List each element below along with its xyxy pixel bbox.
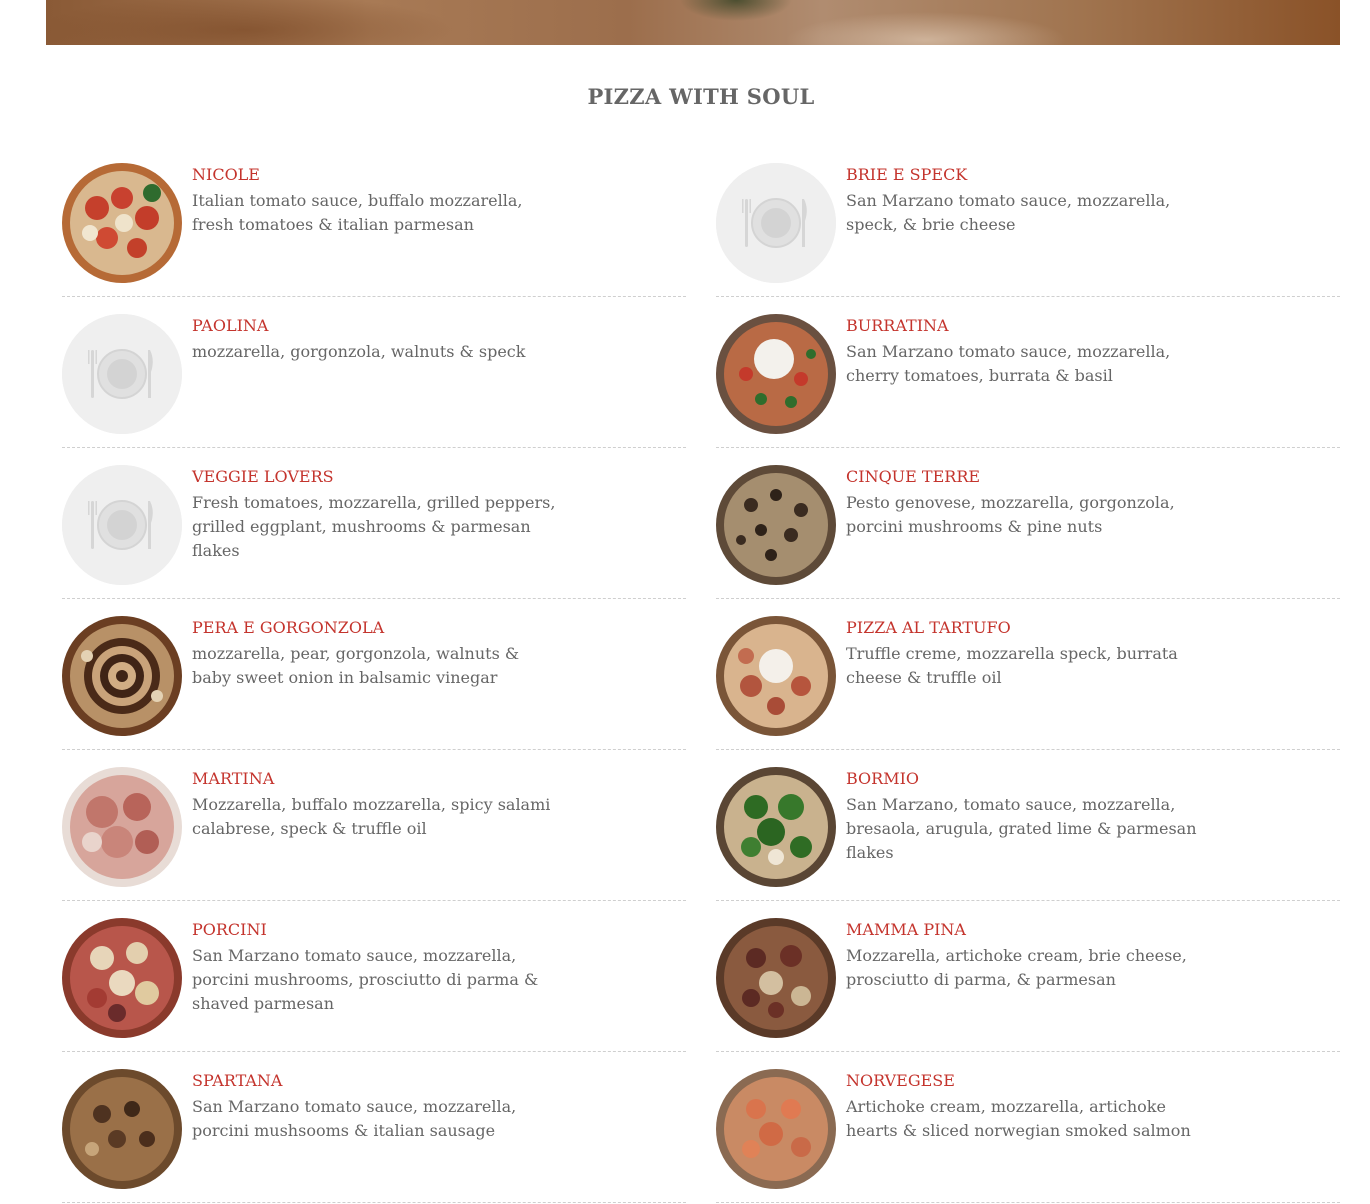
menu-item-pera-e-gorgonzola: PERA E GORGONZOLA mozzarella, pear, gorgo… [62,600,686,750]
menu-item-name: PIZZA AL TARTUFO [846,618,1011,637]
menu-item-description: Pesto genovese, mozzarella, gorgonzola, … [846,493,1175,536]
plate-placeholder-icon [716,163,836,283]
menu-item-name: BURRATINA [846,316,949,335]
menu-item-porcini: PORCINI San Marzano tomato sauce, mozzare… [62,902,686,1052]
menu-item-name: PAOLINA [192,316,269,335]
pizza-thumbnail [62,1069,182,1189]
pizza-thumbnail [62,616,182,736]
menu-item-veggie-lovers: VEGGIE LOVERS Fresh tomatoes, mozzarella,… [62,449,686,599]
plate-placeholder-icon [62,314,182,434]
menu-item-paolina: PAOLINA mozzarella, gorgonzola, walnuts &… [62,298,686,448]
menu-item-name: MAMMA PINA [846,920,966,939]
menu-item-name: PERA E GORGONZOLA [192,618,385,637]
plate-placeholder-icon [62,465,182,585]
pizza-thumbnail [716,314,836,434]
menu-item-description: Mozzarella, buffalo mozzarella, spicy sa… [192,795,551,838]
menu-item-description: Artichoke cream, mozzarella, artichoke h… [846,1097,1191,1140]
menu-item-name: MARTINA [192,769,275,788]
pizza-thumbnail [716,767,836,887]
pizza-thumbnail [716,1069,836,1189]
menu-column-left: NICOLE Italian tomato sauce, buffalo mozz… [62,147,686,1204]
menu-item-burratina: BURRATINA San Marzano tomato sauce, mozza… [716,298,1340,448]
menu-item-norvegese: NORVEGESE Artichoke cream, mozzarella, ar… [716,1053,1340,1203]
pizza-thumbnail [62,918,182,1038]
menu-item-name: NORVEGESE [846,1071,955,1090]
pizza-thumbnail [716,918,836,1038]
menu-item-brie-e-speck: BRIE E SPECK San Marzano tomato sauce, mo… [716,147,1340,297]
menu-item-cinque-terre: CINQUE TERRE Pesto genovese, mozzarella, … [716,449,1340,599]
menu-item-description: Mozzarella, artichoke cream, brie cheese… [846,946,1187,989]
pizza-thumbnail [62,163,182,283]
menu-item-description: mozzarella, gorgonzola, walnuts & speck [192,342,526,361]
menu-item-pizza-al-tartufo: PIZZA AL TARTUFO Truffle creme, mozzarell… [716,600,1340,750]
menu-item-martina: MARTINA Mozzarella, buffalo mozzarella, s… [62,751,686,901]
menu-item-spartana: SPARTANA San Marzano tomato sauce, mozzar… [62,1053,686,1203]
pizza-thumbnail [716,465,836,585]
menu-item-description: Italian tomato sauce, buffalo mozzarella… [192,191,523,234]
pizza-thumbnail [716,616,836,736]
menu-item-nicole: NICOLE Italian tomato sauce, buffalo mozz… [62,147,686,297]
menu-item-name: PORCINI [192,920,267,939]
menu-item-description: San Marzano, tomato sauce, mozzarella, b… [846,795,1197,862]
menu-item-bormio: BORMIO San Marzano, tomato sauce, mozzare… [716,751,1340,901]
menu-item-mamma-pina: MAMMA PINA Mozzarella, artichoke cream, b… [716,902,1340,1052]
menu-item-name: BORMIO [846,769,920,788]
menu-item-name: VEGGIE LOVERS [192,467,334,486]
hero-banner-image [46,0,1340,45]
section-title: PIZZA WITH SOUL [587,84,815,109]
menu-item-name: NICOLE [192,165,260,184]
menu-item-description: mozzarella, pear, gorgonzola, walnuts & … [192,644,520,687]
menu-item-description: Fresh tomatoes, mozzarella, grilled pepp… [192,493,556,560]
menu-column-right: BRIE E SPECK San Marzano tomato sauce, mo… [716,147,1340,1204]
menu-item-name: BRIE E SPECK [846,165,968,184]
menu-item-description: San Marzano tomato sauce, mozzarella, po… [192,1097,517,1140]
pizza-thumbnail [62,767,182,887]
menu-item-description: San Marzano tomato sauce, mozzarella, ch… [846,342,1171,385]
menu-item-name: SPARTANA [192,1071,283,1090]
menu-item-description: Truffle creme, mozzarella speck, burrata… [846,644,1178,687]
menu-item-name: CINQUE TERRE [846,467,981,486]
menu-item-description: San Marzano tomato sauce, mozzarella, sp… [846,191,1171,234]
menu-item-description: San Marzano tomato sauce, mozzarella, po… [192,946,539,1013]
